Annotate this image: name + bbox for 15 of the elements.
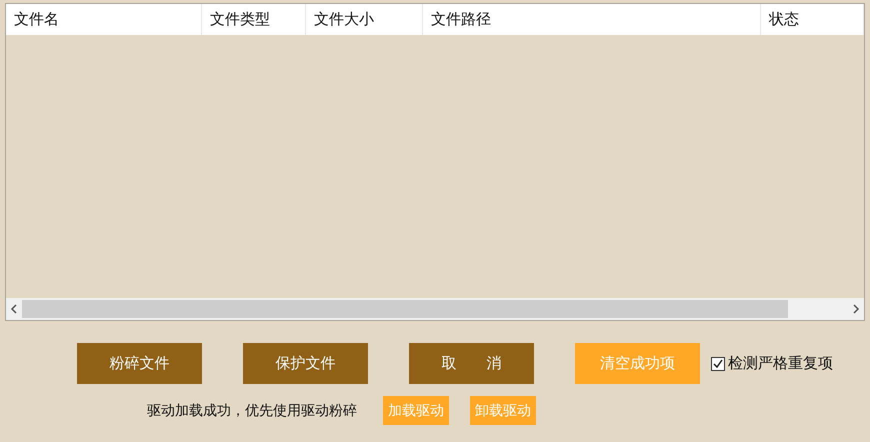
scroll-right-icon[interactable] [852, 304, 860, 314]
strict-check-checkbox[interactable]: 检测严格重复项 [711, 354, 833, 373]
column-header[interactable]: 状态 [761, 4, 864, 35]
action-button[interactable]: 保护文件 [243, 343, 368, 384]
action-button[interactable]: 粉碎文件 [77, 343, 202, 384]
driver-status-text: 驱动加载成功，优先使用驱动粉碎 [147, 402, 357, 420]
checkmark-icon [713, 358, 723, 368]
scroll-left-icon[interactable] [10, 304, 18, 314]
action-button[interactable]: 取 消 [409, 343, 534, 384]
column-header[interactable]: 文件名 [6, 4, 202, 35]
column-header[interactable]: 文件路径 [423, 4, 761, 35]
column-header[interactable]: 文件大小 [306, 4, 423, 35]
column-header[interactable]: 文件类型 [202, 4, 306, 35]
horizontal-scrollbar[interactable] [6, 298, 864, 320]
scrollbar-thumb[interactable] [22, 300, 788, 318]
